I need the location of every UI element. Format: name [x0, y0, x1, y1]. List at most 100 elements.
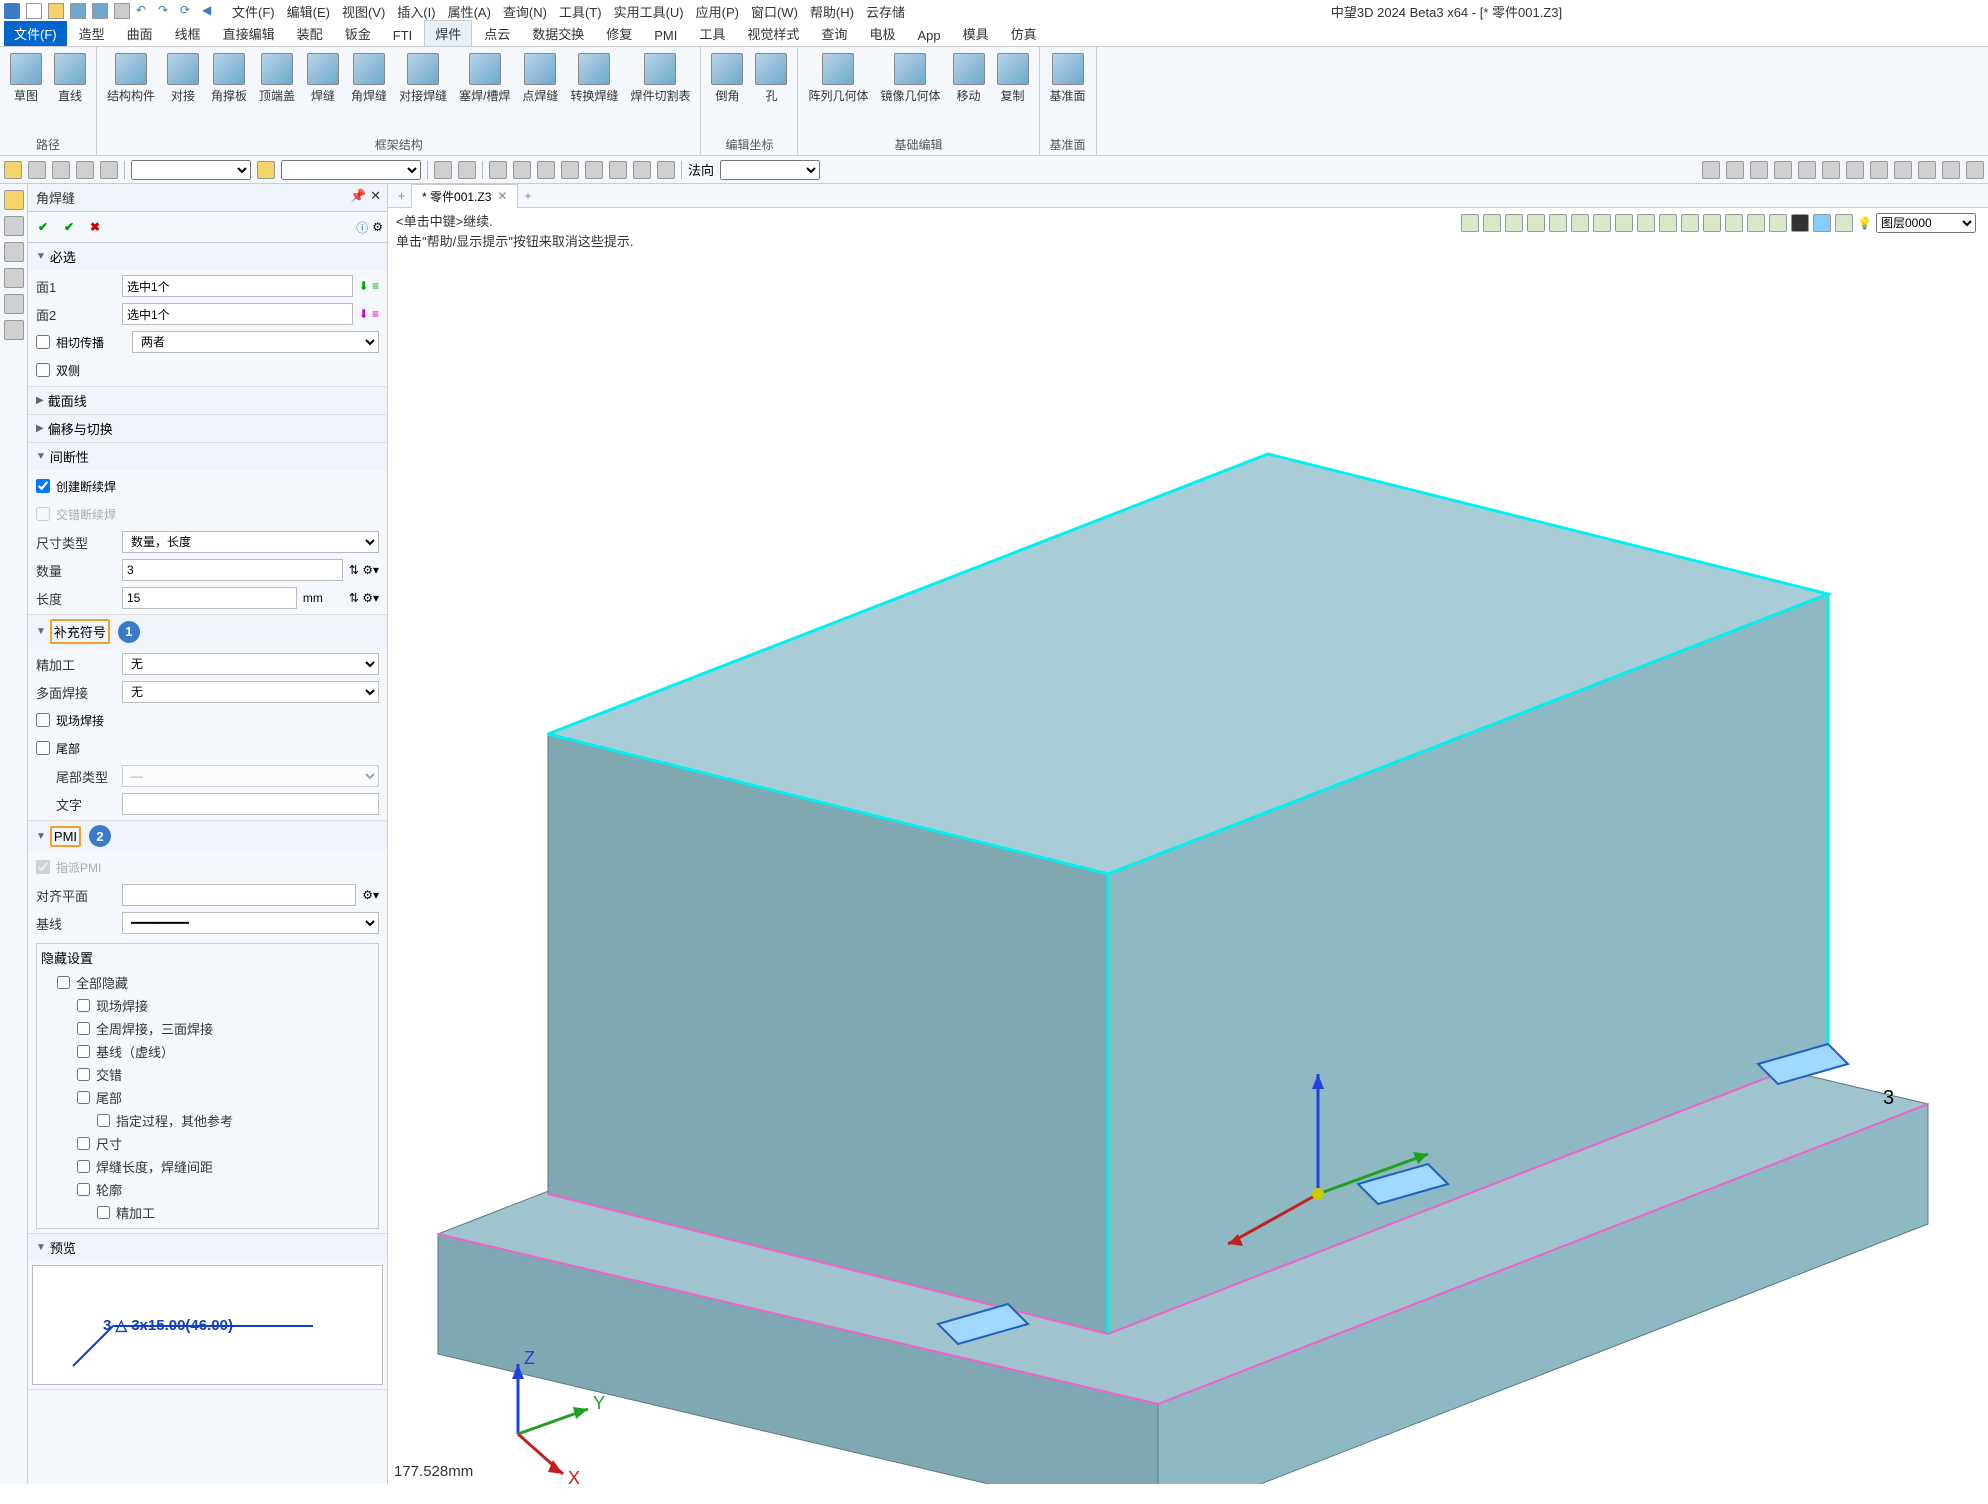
3d-scene[interactable]: 3 Z Y X — [388, 234, 1988, 1484]
redo-icon[interactable]: ↷ — [158, 3, 174, 19]
ribbon-tab-mold[interactable]: 模具 — [953, 21, 999, 46]
ribbon-pattern[interactable]: 阵列几何体 — [804, 51, 872, 134]
multi-select[interactable]: 无 — [122, 681, 379, 703]
vt-5[interactable] — [1549, 214, 1567, 232]
h-weldlen-checkbox[interactable] — [77, 1160, 90, 1173]
ribbon-chamfer[interactable]: 倒角 — [707, 51, 747, 134]
ribbon-move[interactable]: 移动 — [949, 51, 989, 134]
ok-button[interactable]: ✔ — [32, 216, 54, 238]
ribbon-butt[interactable]: 对接 — [163, 51, 203, 134]
tb-icon-13[interactable] — [585, 161, 603, 179]
vt-17[interactable] — [1813, 214, 1831, 232]
vt-4[interactable] — [1527, 214, 1545, 232]
section-pmi[interactable]: PMI 2 — [28, 821, 387, 851]
print-icon[interactable] — [114, 3, 130, 19]
tb-icon-10[interactable] — [513, 161, 531, 179]
vt-15[interactable] — [1769, 214, 1787, 232]
tb-select-1[interactable] — [131, 160, 251, 180]
menu-attr[interactable]: 属性(A) — [448, 2, 491, 21]
count-spin-icon[interactable]: ⇅ ⚙▾ — [349, 563, 379, 577]
menu-app[interactable]: 应用(P) — [696, 2, 739, 21]
layer-bulb-icon[interactable]: 💡 — [1857, 216, 1872, 230]
tb-r-7[interactable] — [1846, 161, 1864, 179]
baseline-select[interactable]: ━━━━━━━━ — [122, 912, 379, 934]
h-finish-checkbox[interactable] — [97, 1206, 110, 1219]
vt-10[interactable] — [1659, 214, 1677, 232]
menu-util[interactable]: 实用工具(U) — [614, 2, 684, 21]
count-input[interactable] — [122, 559, 343, 581]
vt-9[interactable] — [1637, 214, 1655, 232]
document-tab[interactable]: * 零件001.Z3 ✕ — [411, 184, 518, 208]
back-icon[interactable]: ◀ — [202, 3, 218, 19]
tb-r-5[interactable] — [1798, 161, 1816, 179]
ribbon-tab-visual[interactable]: 视觉样式 — [737, 21, 809, 46]
ribbon-tab-sim[interactable]: 仿真 — [1001, 21, 1047, 46]
apply-button[interactable]: ✔ — [58, 216, 80, 238]
ribbon-plugweld[interactable]: 塞焊/槽焊 — [455, 51, 514, 134]
tab-close-icon[interactable]: ✕ — [497, 189, 507, 203]
ribbon-tab-exchange[interactable]: 数据交换 — [522, 21, 594, 46]
create-intermittent-checkbox[interactable] — [36, 479, 50, 493]
vt-13[interactable] — [1725, 214, 1743, 232]
open-icon[interactable] — [48, 3, 64, 19]
section-intermittent[interactable]: 间断性 — [28, 443, 387, 470]
ribbon-tab-repair[interactable]: 修复 — [596, 21, 642, 46]
tab-add-left[interactable]: + — [392, 189, 411, 203]
tangent-checkbox[interactable] — [36, 335, 50, 349]
tb-icon-14[interactable] — [609, 161, 627, 179]
tb-r-3[interactable] — [1750, 161, 1768, 179]
v-icon-1[interactable] — [4, 190, 24, 210]
layer-select[interactable]: 图层0000 — [1876, 213, 1976, 233]
save-icon[interactable] — [70, 3, 86, 19]
section-preview[interactable]: 预览 — [28, 1234, 387, 1261]
saveall-icon[interactable] — [92, 3, 108, 19]
v-icon-6[interactable] — [4, 320, 24, 340]
menu-view[interactable]: 视图(V) — [342, 2, 385, 21]
vt-14[interactable] — [1747, 214, 1765, 232]
ribbon-tab-tools[interactable]: 工具 — [689, 21, 735, 46]
tb-icon-7[interactable] — [434, 161, 452, 179]
finish-select[interactable]: 无 — [122, 653, 379, 675]
menu-window[interactable]: 窗口(W) — [751, 2, 798, 21]
ribbon-tab-electrode[interactable]: 电极 — [859, 21, 905, 46]
section-offset[interactable]: 偏移与切换 — [28, 415, 387, 442]
h-dim-checkbox[interactable] — [77, 1137, 90, 1150]
section-supp[interactable]: 补充符号 1 — [28, 615, 387, 648]
tb-icon-1[interactable] — [4, 161, 22, 179]
ribbon-filletweld[interactable]: 角焊缝 — [347, 51, 391, 134]
ribbon-tab-app[interactable]: App — [907, 25, 950, 46]
ribbon-cutlist[interactable]: 焊件切割表 — [626, 51, 694, 134]
menu-help[interactable]: 帮助(H) — [810, 2, 854, 21]
face1-input[interactable] — [122, 275, 353, 297]
length-spin-icon[interactable]: ⇅ ⚙▾ — [349, 591, 379, 605]
ribbon-spotweld[interactable]: 点焊缝 — [518, 51, 562, 134]
vt-18[interactable] — [1835, 214, 1853, 232]
vt-11[interactable] — [1681, 214, 1699, 232]
new-icon[interactable] — [26, 3, 42, 19]
text-input[interactable] — [122, 793, 379, 815]
tb-icon-12[interactable] — [561, 161, 579, 179]
ribbon-tab-query2[interactable]: 查询 — [811, 21, 857, 46]
tb-icon-9[interactable] — [489, 161, 507, 179]
h-field-checkbox[interactable] — [77, 999, 90, 1012]
h-process-checkbox[interactable] — [97, 1114, 110, 1127]
vt-1[interactable] — [1461, 214, 1479, 232]
menu-insert[interactable]: 插入(I) — [397, 2, 435, 21]
dimtype-select[interactable]: 数量，长度 — [122, 531, 379, 553]
menu-cloud[interactable]: 云存储 — [866, 2, 905, 21]
ribbon-line[interactable]: 直线 — [50, 51, 90, 134]
v-icon-4[interactable] — [4, 268, 24, 288]
tb-r-4[interactable] — [1774, 161, 1792, 179]
tb-icon-4[interactable] — [76, 161, 94, 179]
ribbon-structural[interactable]: 结构构件 — [103, 51, 159, 134]
tb-icon-5[interactable] — [100, 161, 118, 179]
ribbon-weldseam[interactable]: 焊缝 — [303, 51, 343, 134]
vt-8[interactable] — [1615, 214, 1633, 232]
ribbon-buttweld[interactable]: 对接焊缝 — [395, 51, 451, 134]
section-sectionline[interactable]: 截面线 — [28, 387, 387, 414]
ribbon-tab-pointcloud[interactable]: 点云 — [474, 21, 520, 46]
field-weld-checkbox[interactable] — [36, 713, 50, 727]
tb-icon-3[interactable] — [52, 161, 70, 179]
tb-icon-15[interactable] — [633, 161, 651, 179]
ribbon-tab-directedit[interactable]: 直接编辑 — [213, 21, 285, 46]
